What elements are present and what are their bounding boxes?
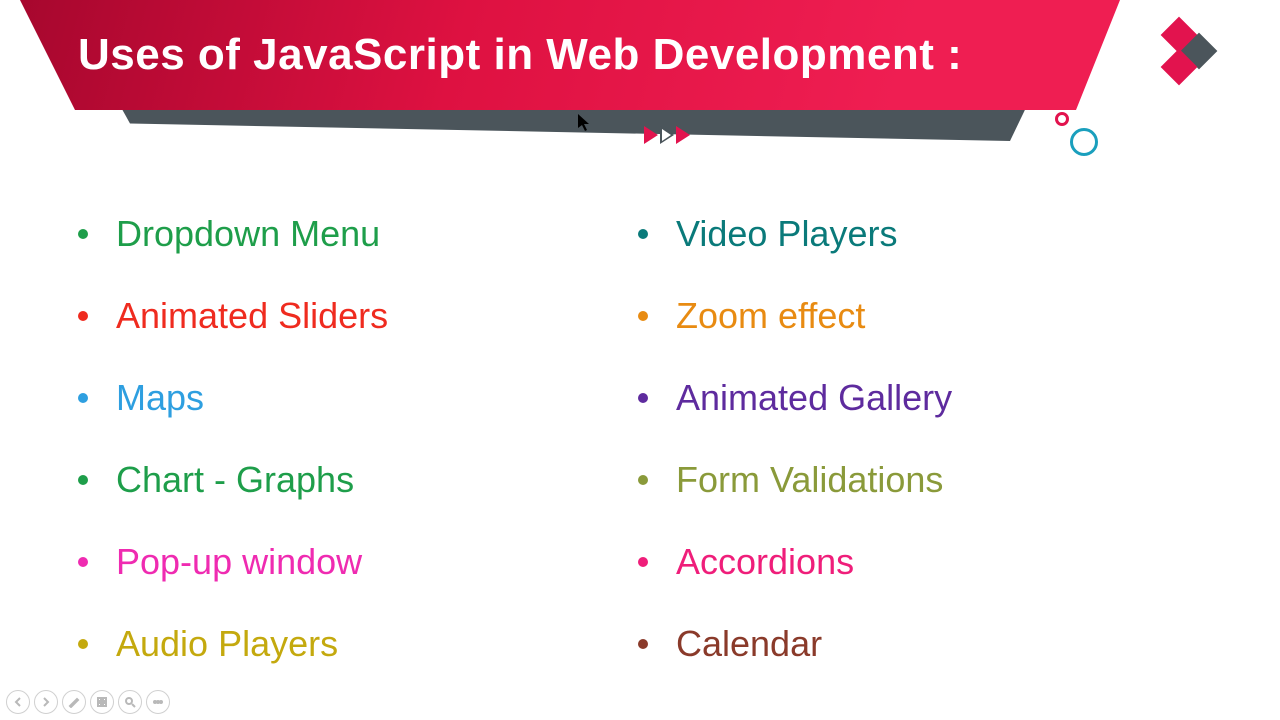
bullet-icon — [638, 639, 648, 649]
list-item-label: Zoom effect — [676, 295, 865, 337]
list-item-label: Chart - Graphs — [116, 459, 354, 501]
circle-small-icon — [1055, 112, 1069, 126]
list-item-label: Accordions — [676, 541, 854, 583]
list-item-label: Audio Players — [116, 623, 338, 665]
triangle-outline-icon — [660, 126, 674, 144]
list-item: Zoom effect — [638, 295, 1178, 337]
cursor-icon — [578, 114, 590, 132]
triangle-solid-icon — [644, 126, 658, 144]
bullet-icon — [638, 557, 648, 567]
bullet-icon — [78, 311, 88, 321]
list-item: Form Validations — [638, 459, 1178, 501]
list-item-label: Animated Sliders — [116, 295, 388, 337]
triangle-decor-group — [644, 126, 690, 144]
list-item-label: Form Validations — [676, 459, 943, 501]
content-columns: Dropdown Menu Animated Sliders Maps Chart -… — [0, 213, 1280, 665]
bullet-icon — [78, 229, 88, 239]
list-item: Animated Gallery — [638, 377, 1178, 419]
banner-main-shape: Uses of JavaScript in Web Development : — [20, 0, 1120, 110]
list-item: Dropdown Menu — [78, 213, 618, 255]
triangle-solid-icon — [676, 126, 690, 144]
bullet-icon — [638, 393, 648, 403]
right-column: Video Players Zoom effect Animated Gallery… — [638, 213, 1178, 665]
list-item: Pop-up window — [78, 541, 618, 583]
list-item-label: Maps — [116, 377, 204, 419]
list-item-label: Dropdown Menu — [116, 213, 380, 255]
presenter-toolbar — [6, 690, 170, 714]
logo-diamonds — [1158, 12, 1238, 82]
list-item-label: Animated Gallery — [676, 377, 952, 419]
circle-big-icon — [1070, 128, 1098, 156]
list-item-label: Calendar — [676, 623, 822, 665]
list-item: Accordions — [638, 541, 1178, 583]
list-item-label: Pop-up window — [116, 541, 362, 583]
list-item: Video Players — [638, 213, 1178, 255]
zoom-button[interactable] — [118, 690, 142, 714]
next-slide-button[interactable] — [34, 690, 58, 714]
bullet-icon — [638, 311, 648, 321]
bullet-icon — [638, 229, 648, 239]
bullet-icon — [78, 475, 88, 485]
prev-slide-button[interactable] — [6, 690, 30, 714]
list-item-label: Video Players — [676, 213, 897, 255]
bullet-icon — [78, 639, 88, 649]
bullet-icon — [78, 393, 88, 403]
slide-title: Uses of JavaScript in Web Development : — [78, 30, 962, 80]
bullet-icon — [78, 557, 88, 567]
pen-tool-button[interactable] — [62, 690, 86, 714]
left-column: Dropdown Menu Animated Sliders Maps Chart -… — [78, 213, 618, 665]
list-item: Calendar — [638, 623, 1178, 665]
all-slides-button[interactable] — [90, 690, 114, 714]
list-item: Chart - Graphs — [78, 459, 618, 501]
more-options-button[interactable] — [146, 690, 170, 714]
title-banner: Uses of JavaScript in Web Development : — [0, 0, 1280, 155]
list-item: Maps — [78, 377, 618, 419]
list-item: Audio Players — [78, 623, 618, 665]
list-item: Animated Sliders — [78, 295, 618, 337]
bullet-icon — [638, 475, 648, 485]
